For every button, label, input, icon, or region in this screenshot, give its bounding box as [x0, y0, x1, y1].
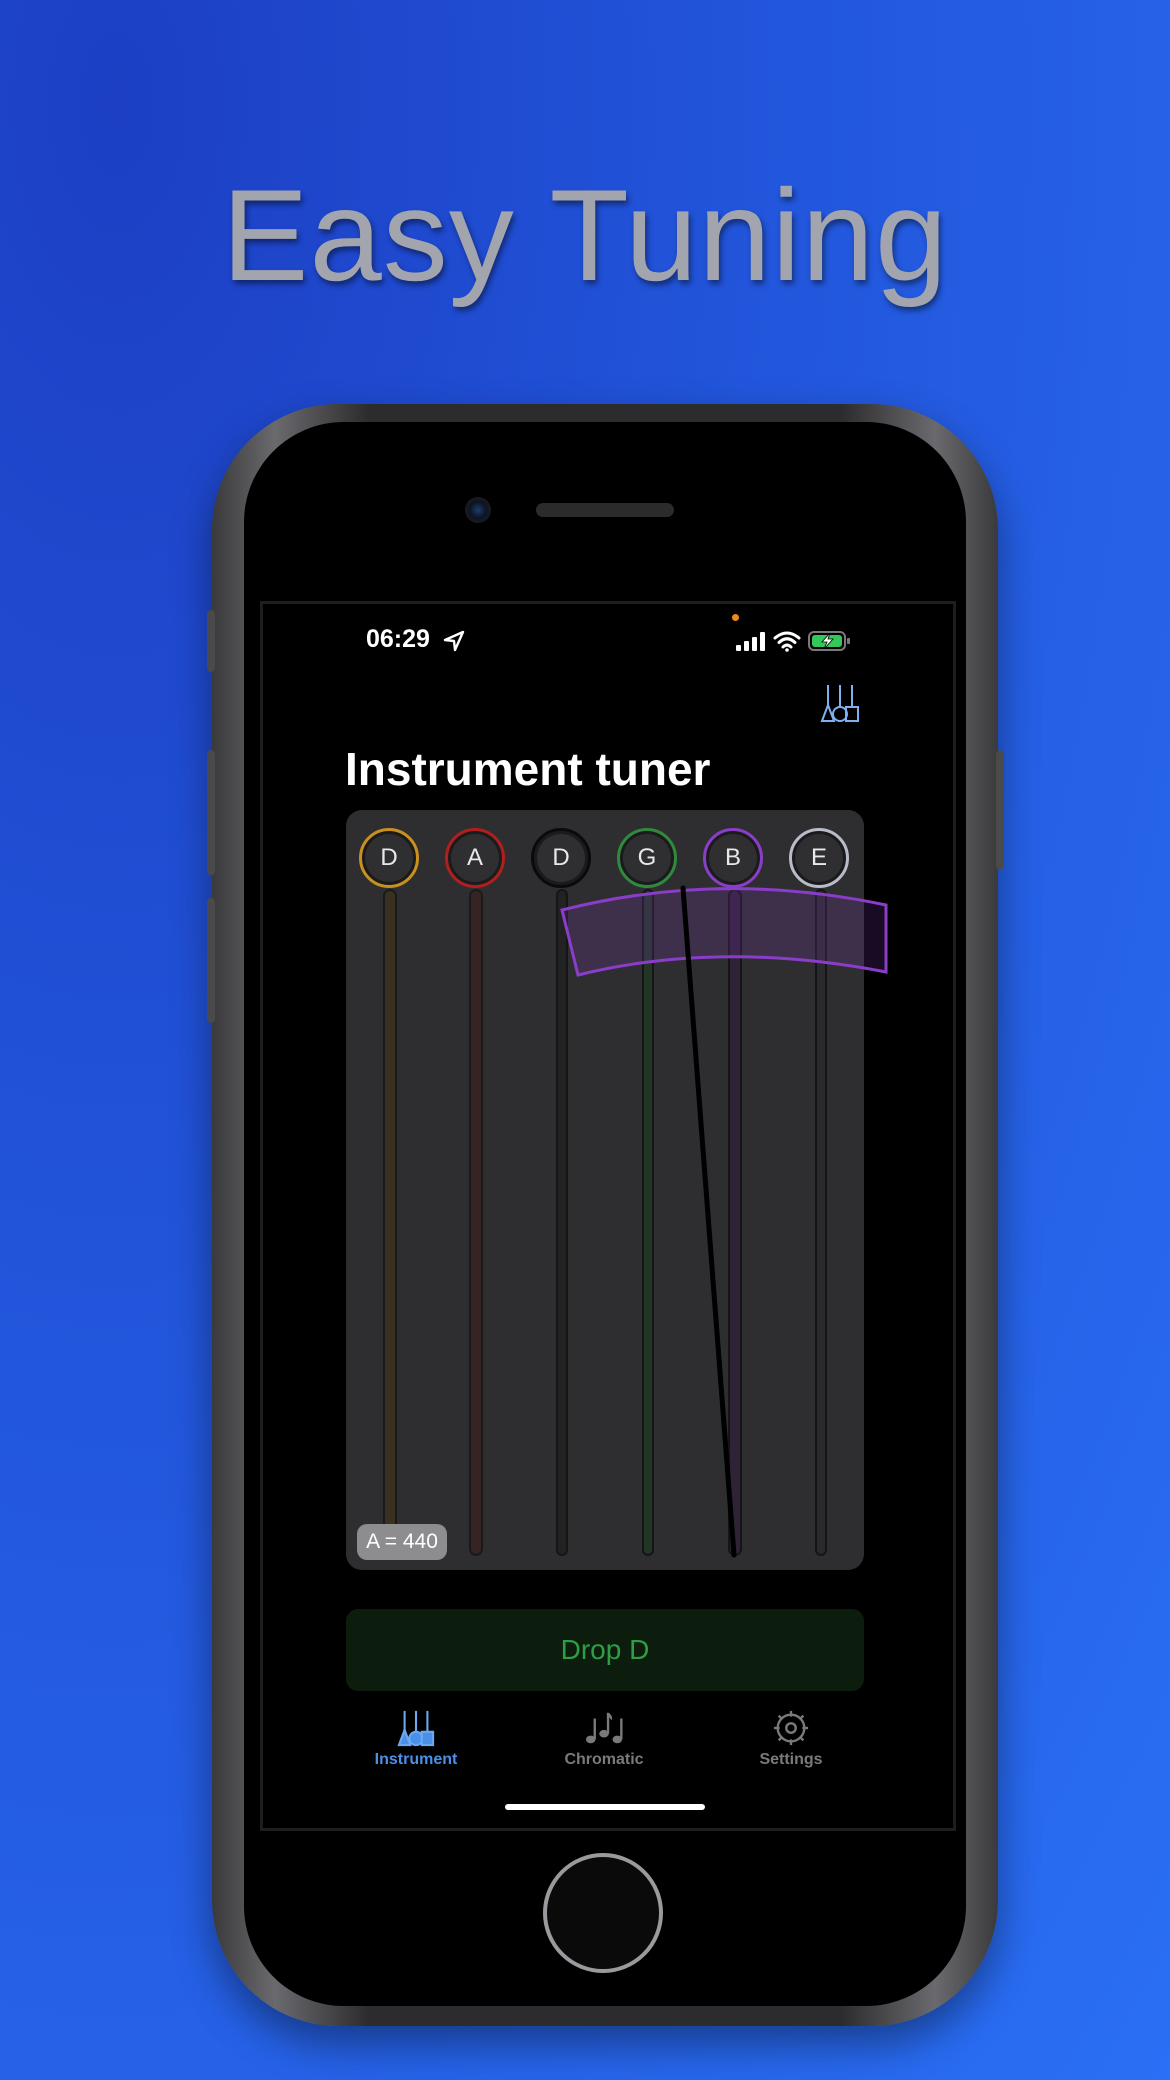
tab-chromatic[interactable]: Chromatic [534, 1709, 674, 1769]
string-peg-1[interactable]: D [359, 828, 419, 888]
wifi-icon [773, 631, 801, 652]
tab-settings[interactable]: Settings [721, 1709, 861, 1769]
earpiece-speaker [536, 503, 674, 517]
string-peg-2[interactable]: A [445, 828, 505, 888]
power-button [996, 750, 1004, 870]
tab-chromatic-label: Chromatic [564, 1751, 644, 1768]
instrument-icon [397, 1710, 435, 1747]
tuner-panel [346, 810, 864, 1570]
tab-instrument-label: Instrument [374, 1751, 458, 1768]
string-peg-3[interactable]: D [531, 828, 591, 888]
instrument-selector-icon[interactable] [818, 683, 862, 723]
headline: Easy Tuning [221, 162, 949, 308]
music-notes-icon [585, 1712, 623, 1744]
front-camera [465, 497, 491, 523]
page-title: Instrument tuner [345, 743, 711, 795]
tab-settings-label: Settings [759, 1751, 823, 1768]
home-button[interactable] [543, 1853, 663, 1973]
string-peg-4[interactable]: G [617, 828, 677, 888]
home-indicator[interactable] [505, 1804, 705, 1810]
volume-up-button [207, 750, 215, 875]
volume-down-button [207, 898, 215, 1023]
location-arrow-icon [443, 630, 465, 652]
status-time: 06:29 [366, 625, 430, 653]
tuning-preset-button[interactable]: Drop D [346, 1609, 864, 1691]
privacy-indicator-dot [732, 614, 739, 621]
gear-icon [773, 1710, 809, 1746]
mute-switch [207, 610, 215, 672]
string-peg-5[interactable]: B [703, 828, 763, 888]
reference-pitch-badge[interactable]: A = 440 [357, 1524, 447, 1560]
tab-instrument[interactable]: Instrument [346, 1709, 486, 1769]
battery-charging-icon [808, 631, 850, 651]
string-peg-6[interactable]: E [789, 828, 849, 888]
cellular-signal-icon [736, 632, 765, 651]
